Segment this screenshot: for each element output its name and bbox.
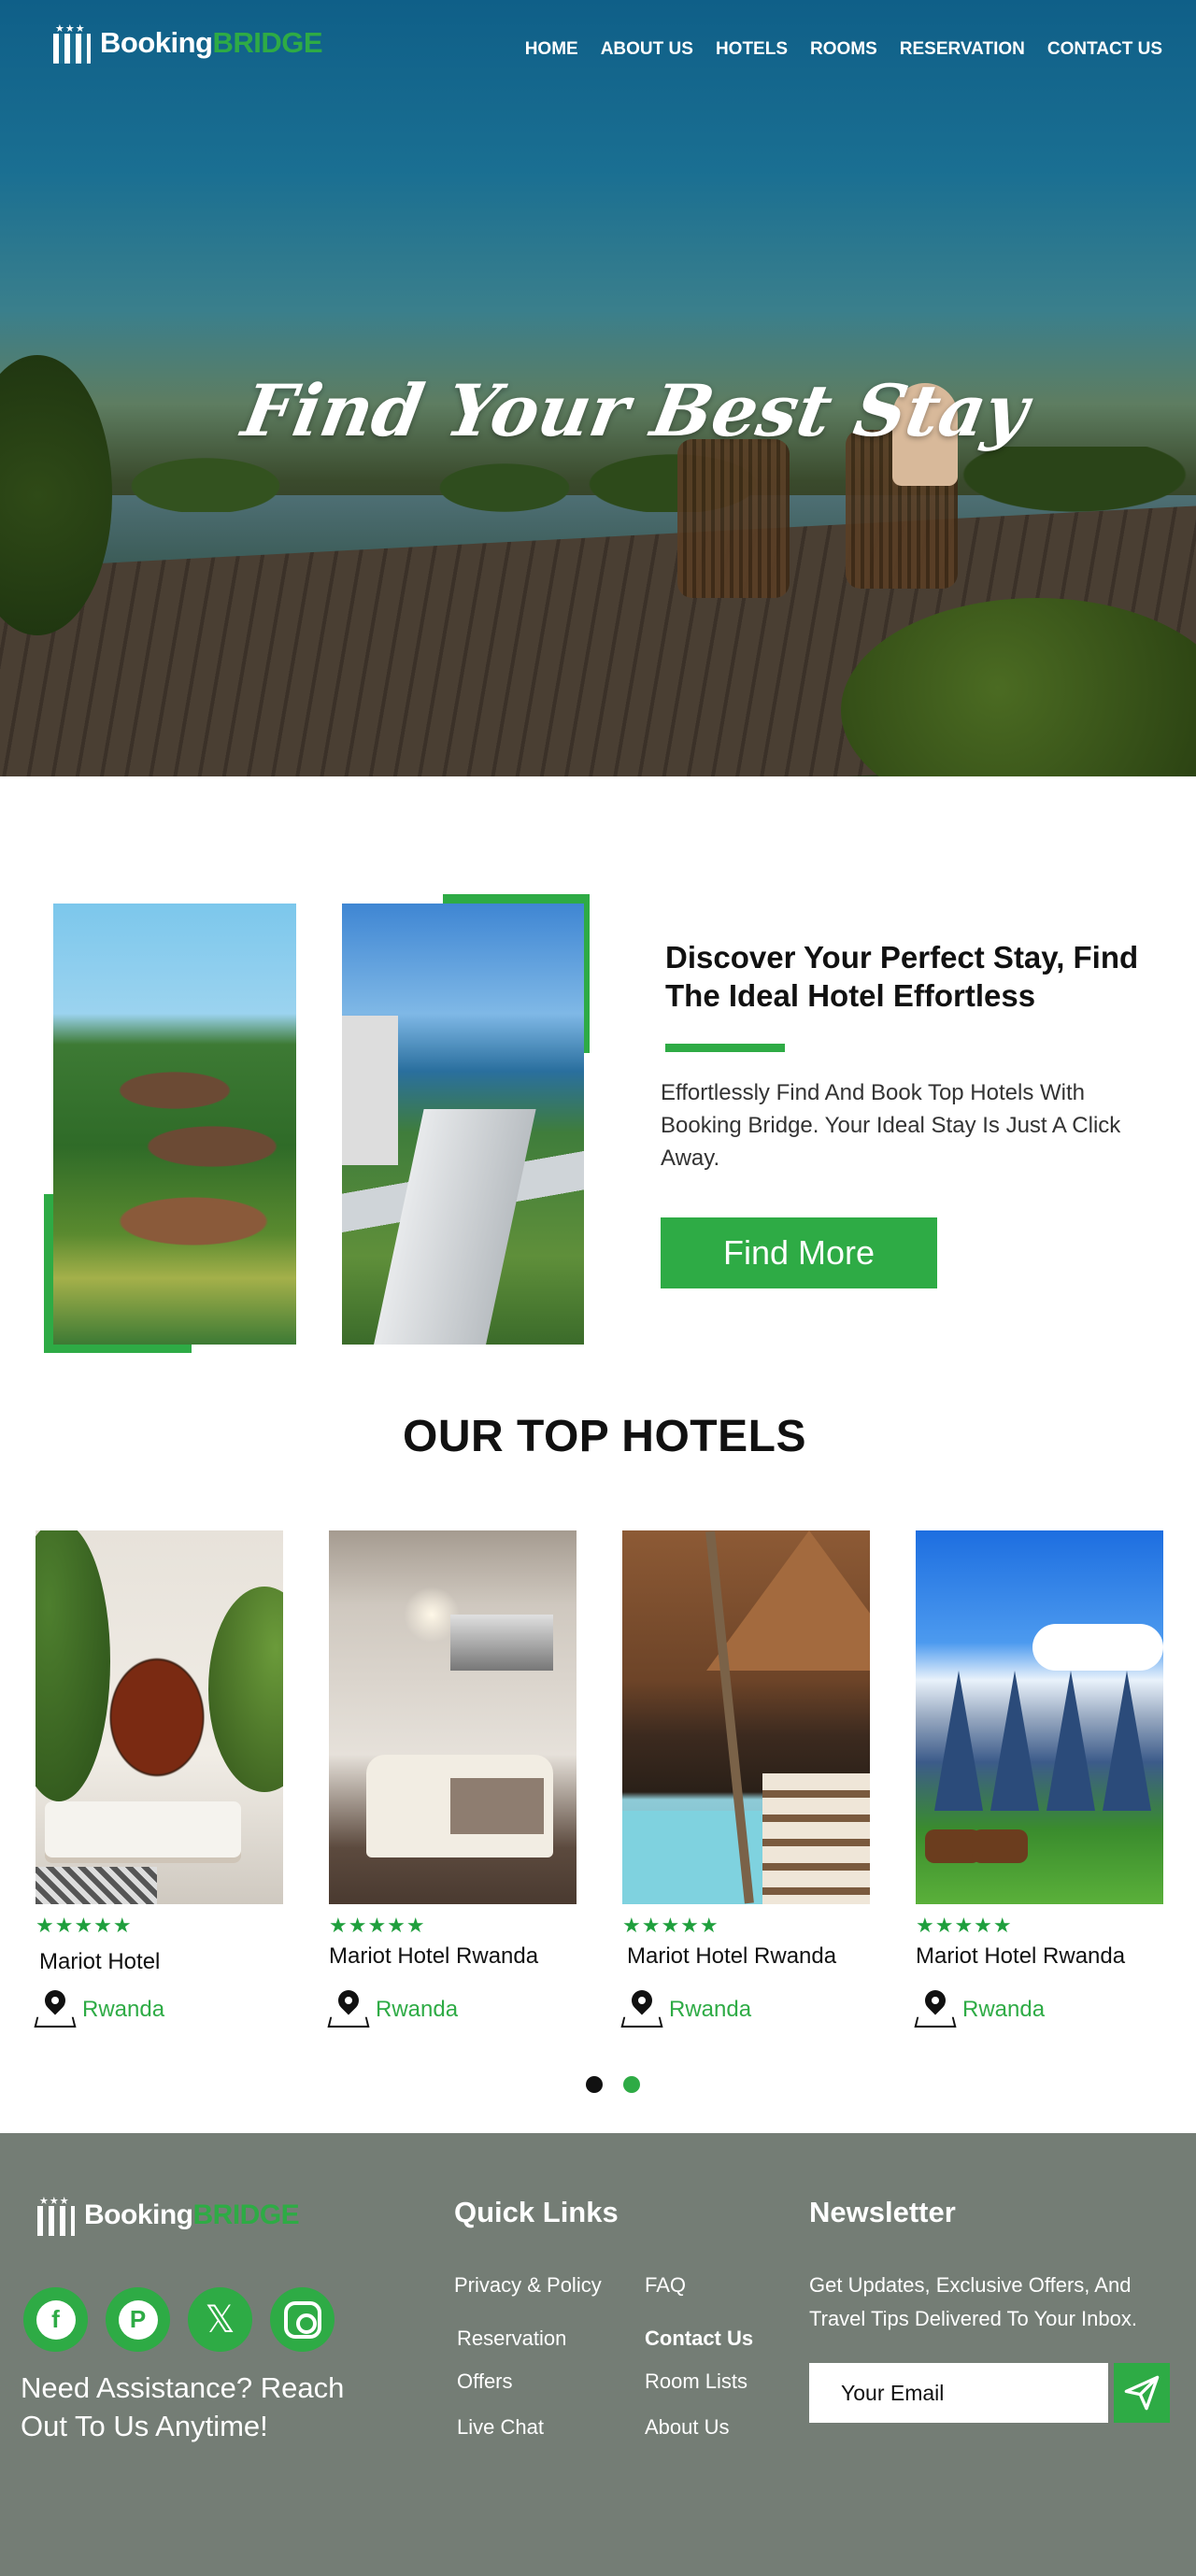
footer-logo[interactable]: ★★★ BookingBRIDGE	[36, 2195, 300, 2236]
hero-chair-left	[677, 439, 790, 598]
link-live-chat[interactable]: Live Chat	[457, 2415, 544, 2440]
about-divider	[665, 1044, 785, 1052]
hero-trees	[0, 447, 1196, 512]
brand-name: BookingBRIDGE	[84, 2199, 300, 2230]
link-about-us[interactable]: About Us	[645, 2415, 730, 2440]
instagram-icon[interactable]	[270, 2287, 335, 2352]
nav-reservation[interactable]: RESERVATION	[889, 39, 1036, 60]
pinterest-icon[interactable]: P	[106, 2287, 170, 2352]
hotel-image[interactable]	[622, 1530, 870, 1904]
pagination-dot[interactable]	[586, 2076, 603, 2093]
location-pin-icon	[34, 1985, 77, 2029]
hotel-image[interactable]	[916, 1530, 1163, 1904]
building-icon: ★★★	[51, 22, 93, 64]
link-contact-us[interactable]: Contact Us	[645, 2327, 753, 2351]
hotel-location: Rwanda	[669, 1997, 752, 2022]
hotel-name[interactable]: Mariot Hotel Rwanda	[627, 1943, 870, 1970]
hotel-name[interactable]: Mariot Hotel	[39, 1949, 283, 1975]
link-room-lists[interactable]: Room Lists	[645, 2370, 748, 2394]
social-links: f P 𝕏	[23, 2287, 335, 2352]
deck-view-image	[342, 904, 584, 1345]
hotel-image[interactable]	[36, 1530, 283, 1904]
x-icon[interactable]: 𝕏	[188, 2287, 252, 2352]
newsletter-submit-button[interactable]	[1114, 2363, 1170, 2423]
location-pin-icon	[327, 1985, 370, 2029]
hero-banner: ★★★ BookingBRIDGE HOME ABOUT US HOTELS R…	[0, 0, 1196, 776]
hotel-image[interactable]	[329, 1530, 577, 1904]
find-more-button[interactable]: Find More	[661, 1217, 937, 1288]
nav-home[interactable]: HOME	[514, 39, 590, 60]
hotel-card[interactable]: ★★★★★ Mariot Hotel Rwanda Rwanda	[620, 1530, 870, 2029]
hotel-card[interactable]: ★★★★★ Mariot Hotel Rwanda Rwanda	[327, 1530, 577, 2029]
header-logo[interactable]: ★★★ BookingBRIDGE	[51, 22, 323, 64]
hotel-card[interactable]: ★★★★★ Mariot Hotel Rwanda	[34, 1530, 283, 2029]
rating-stars: ★★★★★	[916, 1914, 1013, 1937]
link-privacy-policy[interactable]: Privacy & Policy	[454, 2273, 602, 2298]
building-icon: ★★★	[36, 2195, 77, 2236]
hotel-location: Rwanda	[82, 1997, 165, 2022]
newsletter-title: Newsletter	[809, 2196, 956, 2228]
carousel-pagination	[586, 2076, 640, 2093]
link-faq[interactable]: FAQ	[645, 2273, 686, 2298]
about-title: Discover Your Perfect Stay, Find The Ide…	[665, 940, 1139, 1013]
main-nav: HOME ABOUT US HOTELS ROOMS RESERVATION C…	[514, 39, 1174, 60]
resort-image	[53, 904, 296, 1345]
send-icon	[1124, 2375, 1160, 2411]
rating-stars: ★★★★★	[36, 1914, 133, 1937]
hotel-location: Rwanda	[376, 1997, 459, 2022]
nav-contact-us[interactable]: CONTACT US	[1036, 39, 1174, 60]
assistance-text: Need Assistance? Reach Out To Us Anytime…	[21, 2371, 345, 2442]
rating-stars: ★★★★★	[622, 1914, 719, 1937]
hotel-card[interactable]: ★★★★★ Mariot Hotel Rwanda Rwanda	[914, 1530, 1163, 2029]
hero-title: Find Your Best Stay	[236, 369, 1034, 452]
location-pin-icon	[914, 1985, 957, 2029]
email-input[interactable]	[809, 2363, 1108, 2423]
about-text: Effortlessly Find And Book Top Hotels Wi…	[661, 1080, 1121, 1171]
newsletter-text: Get Updates, Exclusive Offers, And Trave…	[809, 2273, 1137, 2330]
nav-rooms[interactable]: ROOMS	[799, 39, 889, 60]
nav-about-us[interactable]: ABOUT US	[590, 39, 705, 60]
nav-hotels[interactable]: HOTELS	[705, 39, 799, 60]
hotel-name[interactable]: Mariot Hotel Rwanda	[329, 1943, 577, 1970]
link-reservation[interactable]: Reservation	[457, 2327, 566, 2351]
top-hotels-title: OUR TOP HOTELS	[403, 1412, 806, 1461]
brand-name: BookingBRIDGE	[100, 26, 323, 59]
facebook-icon[interactable]: f	[23, 2287, 88, 2352]
location-pin-icon	[620, 1985, 663, 2029]
rating-stars: ★★★★★	[329, 1914, 426, 1937]
link-offers[interactable]: Offers	[457, 2370, 513, 2394]
hotel-location: Rwanda	[962, 1997, 1046, 2022]
hotel-name[interactable]: Mariot Hotel Rwanda	[916, 1943, 1163, 1970]
quick-links-title: Quick Links	[454, 2196, 619, 2228]
pagination-dot-active[interactable]	[623, 2076, 640, 2093]
